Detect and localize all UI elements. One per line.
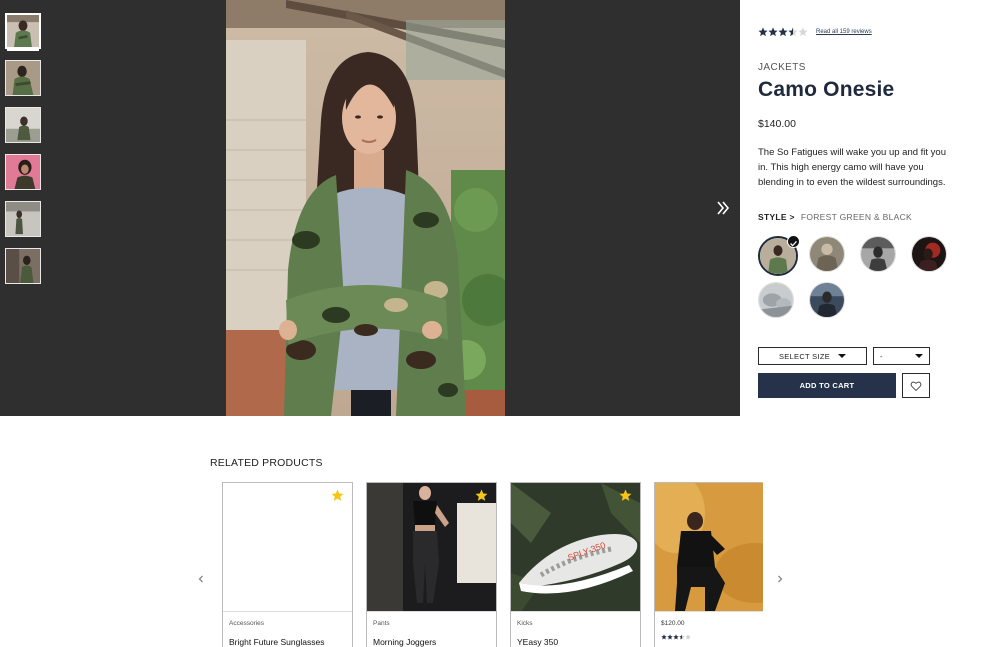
- chevron-down-icon: [838, 354, 847, 358]
- product-category: Pants: [373, 620, 390, 627]
- star-icon: [798, 27, 808, 37]
- related-product-card[interactable]: SPLY-350 Kicks YEasy 350: [510, 482, 641, 647]
- product-gallery: [0, 0, 740, 416]
- main-product-image: [226, 0, 505, 416]
- star-icon[interactable]: [475, 489, 488, 502]
- star-icon: [758, 27, 768, 37]
- style-selector-label: STYLE > FOREST GREEN & BLACK: [758, 212, 912, 222]
- product-rating-stars: [661, 634, 691, 640]
- star-icon: [788, 27, 798, 37]
- size-select[interactable]: SELECT SIZE: [758, 347, 867, 365]
- thumbnail-4[interactable]: [5, 154, 41, 190]
- product-image: SPLY-350: [511, 483, 640, 612]
- wishlist-button[interactable]: [902, 373, 930, 398]
- style-swatch-6[interactable]: [809, 282, 845, 318]
- product-price: $120.00: [661, 620, 685, 627]
- style-value: FOREST GREEN & BLACK: [800, 212, 913, 222]
- star-icon: [768, 27, 778, 37]
- product-title: Camo Onesie: [758, 78, 895, 101]
- read-reviews-link[interactable]: Read all 159 reviews: [816, 29, 872, 35]
- related-products-heading: RELATED PRODUCTS: [210, 457, 323, 469]
- star-icon: [778, 27, 788, 37]
- rating-stars: [758, 27, 808, 37]
- gallery-next-arrow-icon[interactable]: [713, 198, 733, 218]
- add-to-cart-button[interactable]: ADD TO CART: [758, 373, 896, 398]
- carousel-next-arrow-icon[interactable]: [775, 572, 785, 584]
- chevron-down-icon: [915, 354, 923, 358]
- product-name: Morning Joggers: [373, 637, 437, 647]
- rating-row: Read all 159 reviews: [758, 27, 872, 37]
- product-category: Accessories: [229, 620, 265, 627]
- style-swatch-3[interactable]: [860, 236, 896, 272]
- thumbnail-6[interactable]: [5, 248, 41, 284]
- quantity-select[interactable]: -: [873, 347, 930, 365]
- related-product-card[interactable]: $120.00: [654, 482, 763, 647]
- selected-check-icon: [787, 235, 800, 248]
- product-image: [655, 483, 763, 612]
- product-name: Bright Future Sunglasses: [229, 637, 325, 647]
- thumbnail-1[interactable]: [5, 13, 41, 49]
- style-label: STYLE >: [758, 212, 795, 222]
- product-image: [223, 483, 352, 612]
- star-icon[interactable]: [331, 489, 344, 502]
- product-details-panel: Read all 159 reviews JACKETS Camo Onesie…: [740, 0, 990, 416]
- product-price: $140.00: [758, 118, 796, 130]
- star-icon: [685, 634, 691, 640]
- thumbnail-3[interactable]: [5, 107, 41, 143]
- quantity-select-value: -: [880, 351, 883, 361]
- related-product-card[interactable]: Accessories Bright Future Sunglasses: [222, 482, 353, 647]
- related-products-carousel: Accessories Bright Future Sunglasses Pan…: [222, 482, 763, 647]
- style-swatches: [758, 235, 958, 322]
- style-swatch-2[interactable]: [809, 236, 845, 272]
- product-category: JACKETS: [758, 62, 806, 73]
- style-swatch-5[interactable]: [758, 282, 794, 318]
- carousel-prev-arrow-icon[interactable]: [196, 572, 206, 584]
- product-description: The So Fatigues will wake you up and fit…: [758, 147, 946, 188]
- heart-icon: [910, 381, 922, 391]
- related-product-card[interactable]: Pants Morning Joggers: [366, 482, 497, 647]
- thumbnail-5[interactable]: [5, 201, 41, 237]
- product-name: YEasy 350: [517, 637, 559, 647]
- style-swatch-4[interactable]: [911, 236, 947, 272]
- size-select-label: SELECT SIZE: [778, 351, 831, 361]
- thumbnail-2[interactable]: [5, 60, 41, 96]
- thumbnail-list: [5, 13, 43, 295]
- star-icon[interactable]: [619, 489, 632, 502]
- product-image: [367, 483, 496, 612]
- product-category: Kicks: [517, 620, 533, 627]
